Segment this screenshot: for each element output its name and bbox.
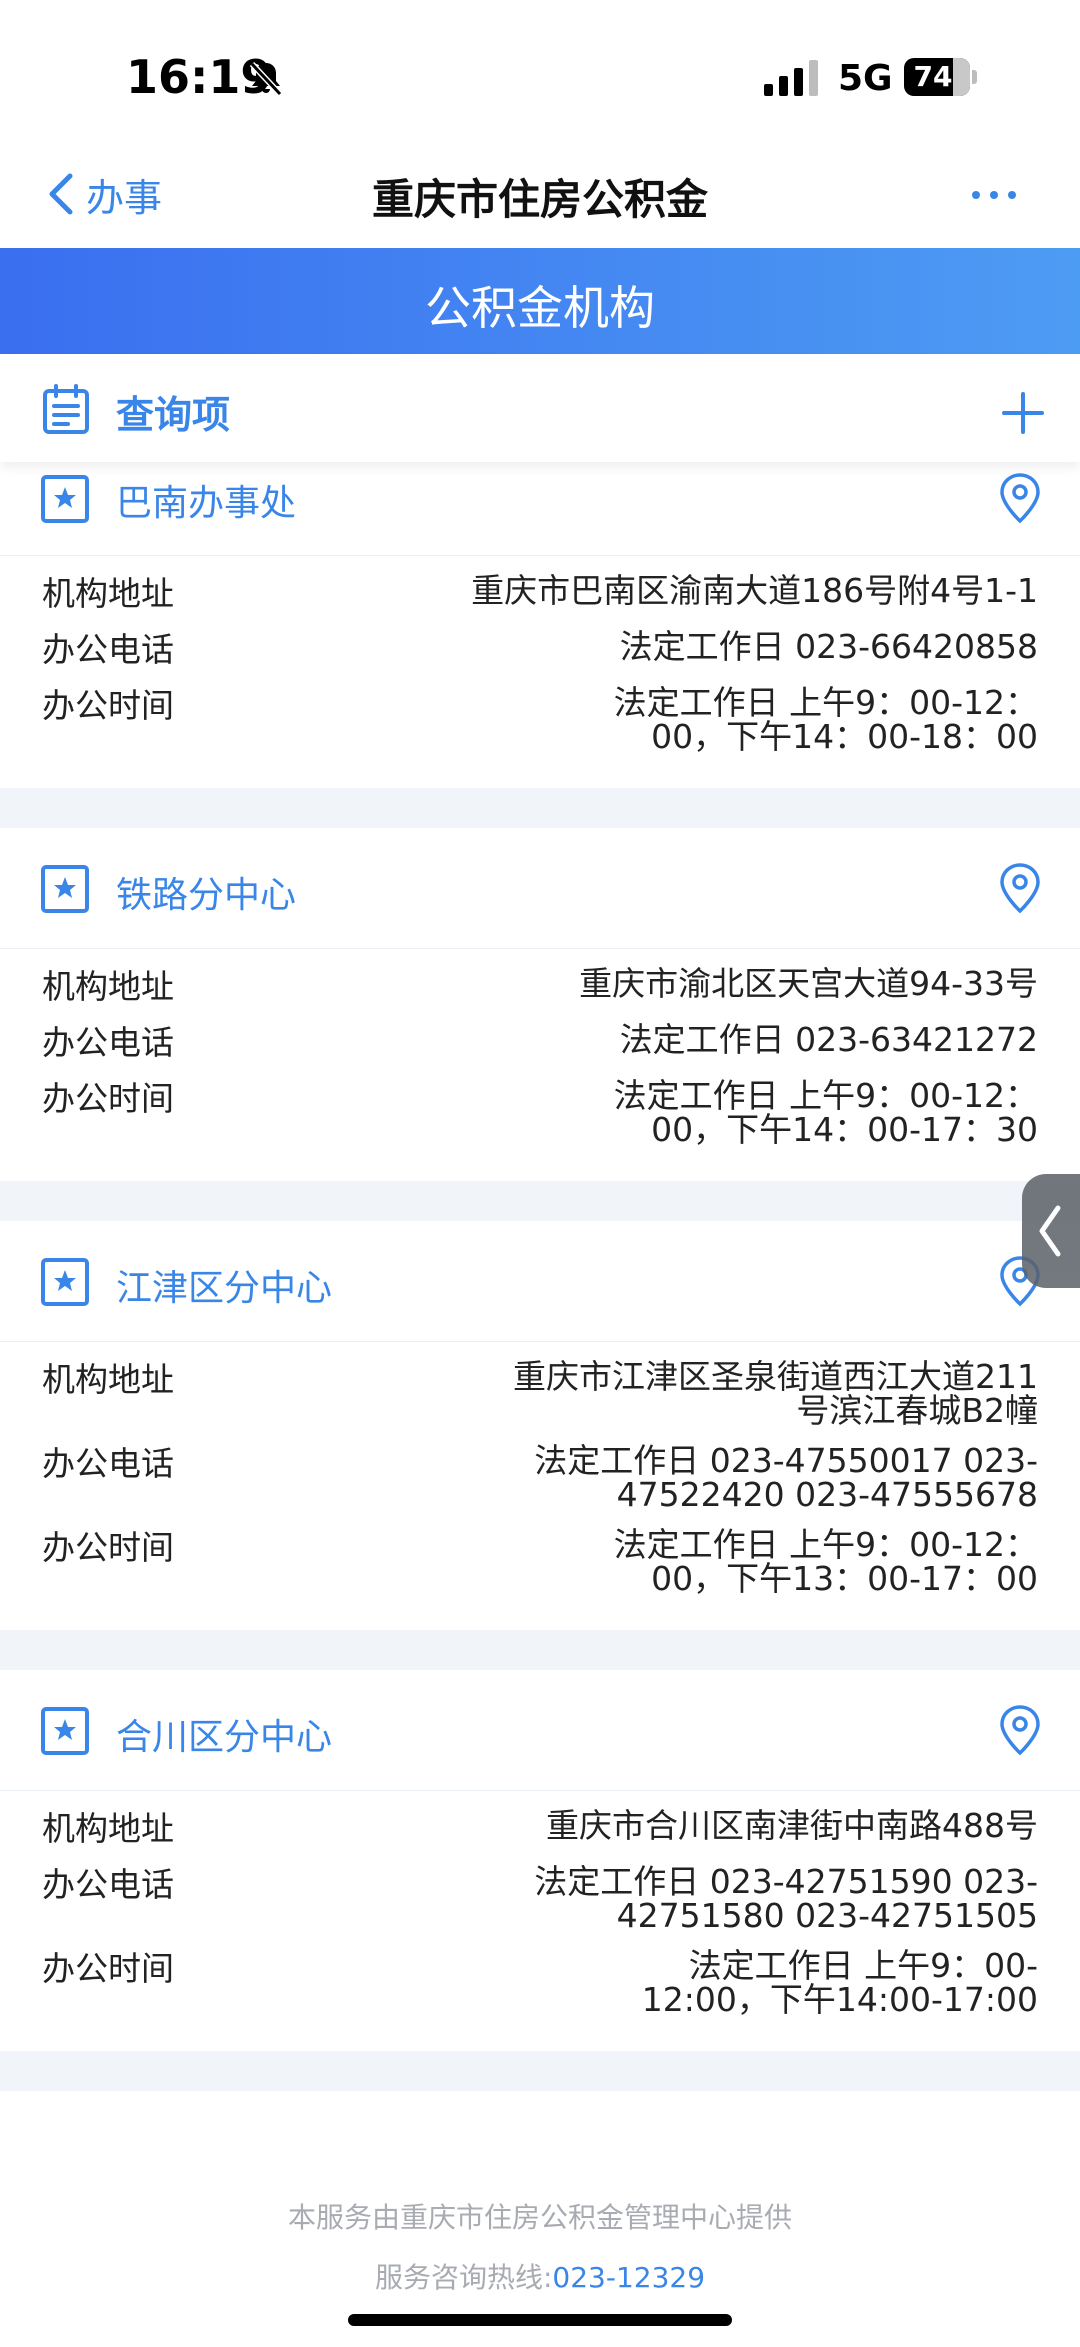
signal-icon bbox=[764, 60, 818, 96]
detail-row: 办公时间 法定工作日 上午9：00-12：00，下午14：00-17：30 bbox=[42, 1071, 1038, 1155]
battery-level: 74 bbox=[913, 60, 953, 93]
detail-row: 办公时间 法定工作日 上午9：00-12:00，下午14:00-17:00 bbox=[42, 1941, 1038, 2025]
row-label: 办公电话 bbox=[42, 1444, 174, 1483]
section-divider bbox=[0, 1181, 1080, 1221]
section-divider bbox=[0, 788, 1080, 828]
detail-row: 机构地址 重庆市巴南区渝南大道186号附4号1-1 bbox=[42, 566, 1038, 622]
row-label: 办公时间 bbox=[42, 1079, 174, 1118]
office-details: 机构地址 重庆市合川区南津街中南路488号 办公电话 法定工作日 023-427… bbox=[0, 1791, 1080, 2051]
query-bar[interactable]: 查询项 bbox=[0, 354, 1080, 462]
row-value: 法定工作日 上午9：00-12:00，下午14:00-17:00 bbox=[641, 1946, 1038, 2019]
row-label: 机构地址 bbox=[42, 574, 174, 613]
footer-hotline: 服务咨询热线:023-12329 bbox=[0, 2256, 1080, 2296]
office-name: 合川区分中心 bbox=[116, 1717, 333, 1758]
row-label: 办公电话 bbox=[42, 1023, 174, 1062]
detail-row: 办公电话 法定工作日 023-47550017 023-47522420 023… bbox=[42, 1436, 1038, 1520]
row-label: 办公时间 bbox=[42, 1528, 174, 1567]
page-title: 重庆市住房公积金 bbox=[371, 175, 708, 224]
detail-row: 机构地址 重庆市合川区南津街中南路488号 bbox=[42, 1801, 1038, 1857]
office-name: 巴南办事处 bbox=[116, 483, 297, 524]
row-label: 办公时间 bbox=[42, 1949, 174, 1988]
section-divider bbox=[0, 2051, 1080, 2091]
hotline-number[interactable]: 023-12329 bbox=[552, 2261, 705, 2294]
star-icon bbox=[41, 865, 89, 913]
detail-row: 办公电话 法定工作日 023-63421272 bbox=[42, 1015, 1038, 1071]
star-icon bbox=[41, 1707, 89, 1755]
star-icon bbox=[41, 475, 89, 523]
detail-row: 机构地址 重庆市江津区圣泉街道西江大道211号滨江春城B2幢 bbox=[42, 1352, 1038, 1436]
location-pin-icon[interactable] bbox=[998, 862, 1042, 914]
footer-provider: 本服务由重庆市住房公积金管理中心提供 bbox=[287, 2201, 792, 2234]
office-details: 机构地址 重庆市巴南区渝南大道186号附4号1-1 办公电话 法定工作日 023… bbox=[0, 556, 1080, 788]
row-label: 办公电话 bbox=[42, 630, 174, 669]
office-card[interactable]: 巴南办事处 机构地址 重庆市巴南区渝南大道186号附4号1-1 办公电话 法定工… bbox=[0, 462, 1080, 788]
query-label: 查询项 bbox=[116, 393, 231, 437]
office-card-header: 合川区分中心 bbox=[0, 1670, 1080, 1791]
battery-icon: 74 bbox=[904, 58, 977, 96]
chevron-left-icon bbox=[1039, 1205, 1061, 1257]
row-value: 重庆市江津区圣泉街道西江大道211号滨江春城B2幢 bbox=[513, 1357, 1038, 1430]
office-card-header: 铁路分中心 bbox=[0, 828, 1080, 949]
office-details: 机构地址 重庆市江津区圣泉街道西江大道211号滨江春城B2幢 办公电话 法定工作… bbox=[0, 1342, 1080, 1630]
office-card[interactable]: 江津区分中心 机构地址 重庆市江津区圣泉街道西江大道211号滨江春城B2幢 办公… bbox=[0, 1221, 1080, 1630]
status-bar: 16:19 5G 74 bbox=[0, 0, 1080, 140]
home-indicator[interactable] bbox=[348, 2314, 732, 2326]
bell-slash-icon bbox=[249, 61, 283, 97]
row-value[interactable]: 法定工作日 023-47550017 023-47522420 023-4755… bbox=[242, 1444, 1038, 1512]
row-value: 法定工作日 上午9：00-12：00，下午14：00-18：00 bbox=[613, 683, 1038, 756]
location-pin-icon[interactable] bbox=[998, 1704, 1042, 1756]
office-card[interactable]: 铁路分中心 机构地址 重庆市渝北区天宫大道94-33号 办公电话 法定工作日 0… bbox=[0, 828, 1080, 1181]
row-value[interactable]: 法定工作日 023-63421272 bbox=[242, 1023, 1038, 1063]
row-value[interactable]: 法定工作日 023-42751590 023-42751580 023-4275… bbox=[242, 1865, 1038, 1933]
section-banner: 公积金机构 bbox=[0, 248, 1080, 354]
hotline-label: 服务咨询热线: bbox=[374, 2261, 553, 2294]
office-details: 机构地址 重庆市渝北区天宫大道94-33号 办公电话 法定工作日 023-634… bbox=[0, 949, 1080, 1181]
section-divider bbox=[0, 1630, 1080, 1670]
detail-row: 机构地址 重庆市渝北区天宫大道94-33号 bbox=[42, 959, 1038, 1015]
office-name: 江津区分中心 bbox=[116, 1268, 333, 1309]
office-name: 铁路分中心 bbox=[116, 875, 297, 916]
row-value: 法定工作日 上午9：00-12：00，下午13：00-17：00 bbox=[613, 1525, 1038, 1598]
plus-icon[interactable] bbox=[1002, 392, 1044, 434]
clipboard-list-icon bbox=[43, 384, 89, 434]
row-value: 重庆市渝北区天宫大道94-33号 bbox=[579, 964, 1038, 1003]
row-label: 机构地址 bbox=[42, 1360, 174, 1399]
banner-title: 公积金机构 bbox=[425, 281, 655, 335]
office-card-header: 江津区分中心 bbox=[0, 1221, 1080, 1342]
detail-row: 办公电话 法定工作日 023-66420858 bbox=[42, 622, 1038, 678]
side-drawer-handle[interactable] bbox=[1022, 1174, 1080, 1288]
row-value[interactable]: 法定工作日 023-66420858 bbox=[242, 630, 1038, 670]
row-value: 重庆市巴南区渝南大道186号附4号1-1 bbox=[471, 571, 1038, 610]
row-value: 法定工作日 上午9：00-12：00，下午14：00-17：30 bbox=[613, 1076, 1038, 1149]
row-label: 办公时间 bbox=[42, 686, 174, 725]
location-pin-icon[interactable] bbox=[998, 472, 1042, 524]
office-card[interactable]: 合川区分中心 机构地址 重庆市合川区南津街中南路488号 办公电话 法定工作日 … bbox=[0, 1670, 1080, 2051]
office-list: 巴南办事处 机构地址 重庆市巴南区渝南大道186号附4号1-1 办公电话 法定工… bbox=[0, 462, 1080, 2091]
detail-row: 办公时间 法定工作日 上午9：00-12：00，下午14：00-18：00 bbox=[42, 678, 1038, 762]
more-icon[interactable] bbox=[970, 180, 1018, 210]
office-card-header: 巴南办事处 bbox=[0, 462, 1080, 556]
detail-row: 办公电话 法定工作日 023-42751590 023-42751580 023… bbox=[42, 1857, 1038, 1941]
star-icon bbox=[41, 1258, 89, 1306]
row-label: 办公电话 bbox=[42, 1865, 174, 1904]
row-label: 机构地址 bbox=[42, 967, 174, 1006]
nav-bar: 办事 重庆市住房公积金 bbox=[0, 140, 1080, 248]
row-label: 机构地址 bbox=[42, 1809, 174, 1848]
detail-row: 办公时间 法定工作日 上午9：00-12：00，下午13：00-17：00 bbox=[42, 1520, 1038, 1604]
network-type: 5G bbox=[838, 58, 893, 99]
row-value: 重庆市合川区南津街中南路488号 bbox=[546, 1806, 1038, 1845]
